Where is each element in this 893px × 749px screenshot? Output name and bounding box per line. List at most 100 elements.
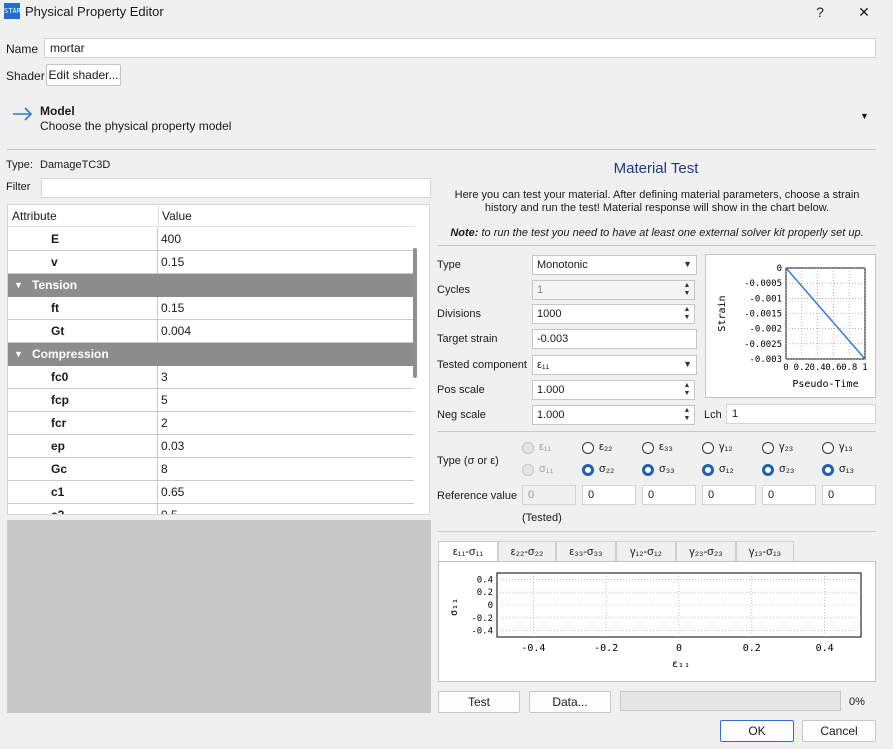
- chevron-down-icon[interactable]: ▼: [14, 343, 23, 366]
- x-tick-label: -0.2: [594, 643, 618, 654]
- table-row[interactable]: fc0 3: [8, 366, 414, 389]
- test-progress-bar: [620, 691, 841, 711]
- group-label: Tension: [32, 278, 78, 292]
- target-strain-input[interactable]: -0.003: [532, 329, 697, 349]
- eps-radio-3[interactable]: [642, 442, 654, 454]
- attribute-value[interactable]: 5: [159, 389, 168, 411]
- attribute-name: E: [8, 228, 158, 250]
- app-icon: STAR: [4, 3, 21, 19]
- divisions-spinbox[interactable]: 1000 ▲ ▼: [532, 304, 695, 324]
- table-group-row[interactable]: ▼ Tension: [8, 274, 414, 297]
- spin-arrows-icon: ▲ ▼: [683, 282, 691, 297]
- eps-radio-label: γ₁₃: [839, 441, 853, 453]
- lch-input[interactable]: 1: [726, 404, 876, 424]
- divisions-label: Divisions: [437, 308, 482, 320]
- chart-tab[interactable]: ε₃₃-σ₃₃: [556, 541, 616, 562]
- test-button[interactable]: Test: [438, 691, 520, 713]
- table-scrollbar[interactable]: [413, 248, 417, 378]
- eps-radio-label: ε₂₂: [599, 441, 613, 453]
- chevron-down-icon[interactable]: ▼: [14, 274, 23, 297]
- y-tick-label: -0.0005: [744, 279, 782, 289]
- x-tick-label: 0.4: [809, 363, 825, 373]
- edit-shader-button[interactable]: Edit shader...: [46, 64, 121, 86]
- stress-strain-plot: -0.4 -0.2 0 0.2 0.4 0.4 0.2 0 -0.2 -0.4 ε₁₁ σ₁₁: [438, 561, 876, 682]
- table-row[interactable]: fcr 2: [8, 412, 414, 435]
- attribute-value[interactable]: 0.15: [159, 251, 184, 273]
- tested-component-combo[interactable]: ε₁₁ ▼: [532, 355, 697, 375]
- sig-radio-label: σ₁₂: [719, 463, 734, 475]
- x-tick-label: 0.8: [841, 363, 857, 373]
- filter-label: Filter: [6, 181, 31, 193]
- y-axis-label: Strain: [717, 295, 728, 331]
- attribute-name: Gc: [8, 458, 158, 480]
- attribute-value[interactable]: 2: [159, 412, 168, 434]
- sig-radio-1: [522, 464, 534, 476]
- name-input[interactable]: mortar: [44, 38, 876, 58]
- test-type-combo[interactable]: Monotonic ▼: [532, 255, 697, 275]
- attribute-value[interactable]: 0.5: [159, 504, 178, 514]
- test-type-value: Monotonic: [537, 259, 588, 271]
- attribute-value[interactable]: 0.65: [159, 481, 184, 503]
- chart-tab[interactable]: ε₁₁-σ₁₁: [438, 541, 498, 563]
- table-row[interactable]: v 0.15: [8, 251, 414, 274]
- cancel-button[interactable]: Cancel: [802, 720, 876, 742]
- table-row[interactable]: Gc 8: [8, 458, 414, 481]
- attribute-name: c2: [8, 504, 158, 514]
- y-tick-label: 0: [777, 264, 782, 274]
- table-row[interactable]: Gt 0.004: [8, 320, 414, 343]
- help-button[interactable]: ?: [800, 1, 840, 23]
- chart-tab[interactable]: γ₁₃-σ₁₃: [736, 541, 794, 562]
- eps-radio-4[interactable]: [702, 442, 714, 454]
- chart-tab[interactable]: γ₂₃-σ₂₃: [676, 541, 736, 562]
- table-row[interactable]: c1 0.65: [8, 481, 414, 504]
- attribute-name: fcr: [8, 412, 158, 434]
- sig-radio-4[interactable]: [702, 464, 714, 476]
- attribute-value[interactable]: 400: [159, 228, 181, 250]
- pos-scale-spinbox[interactable]: 1.000 ▲ ▼: [532, 380, 695, 400]
- table-row[interactable]: ft 0.15: [8, 297, 414, 320]
- attribute-value[interactable]: 0.15: [159, 297, 184, 319]
- y-axis-label: σ₁₁: [449, 598, 460, 616]
- model-expand-icon[interactable]: ▼: [860, 111, 869, 121]
- table-row[interactable]: c2 0.5: [8, 504, 414, 514]
- reference-value-input[interactable]: 0: [762, 485, 816, 505]
- table-row[interactable]: E 400: [8, 228, 414, 251]
- sig-radio-3[interactable]: [642, 464, 654, 476]
- reference-value-input[interactable]: 0: [822, 485, 876, 505]
- reference-value-input[interactable]: 0: [642, 485, 696, 505]
- table-row[interactable]: fcp 5: [8, 389, 414, 412]
- neg-scale-spinbox[interactable]: 1.000 ▲ ▼: [532, 405, 695, 425]
- eps-radio-5[interactable]: [762, 442, 774, 454]
- reference-value-input[interactable]: 0: [702, 485, 756, 505]
- x-tick-label: 0.4: [816, 643, 834, 654]
- chart-tab[interactable]: ε₂₂-σ₂₂: [498, 541, 556, 562]
- sig-radio-6[interactable]: [822, 464, 834, 476]
- eps-radio-2[interactable]: [582, 442, 594, 454]
- eps-radio-6[interactable]: [822, 442, 834, 454]
- chart-tab[interactable]: γ₁₂-σ₁₂: [616, 541, 676, 562]
- ok-button[interactable]: OK: [720, 720, 794, 742]
- attribute-value[interactable]: 0.03: [159, 435, 184, 457]
- value-column-header[interactable]: Value: [162, 209, 192, 223]
- cycles-spinbox[interactable]: 1 ▲ ▼: [532, 280, 695, 300]
- reference-value-input[interactable]: 0: [582, 485, 636, 505]
- material-test-note: Note: to run the test you need to have a…: [440, 227, 874, 239]
- data-button[interactable]: Data...: [529, 691, 611, 713]
- eps-radio-label: γ₁₂: [719, 441, 733, 453]
- filter-input[interactable]: [41, 178, 431, 198]
- table-group-row[interactable]: ▼ Compression: [8, 343, 414, 366]
- tested-component-value: ε₁₁: [537, 359, 550, 371]
- attribute-value[interactable]: 3: [159, 366, 168, 388]
- sig-radio-5[interactable]: [762, 464, 774, 476]
- sig-radio-2[interactable]: [582, 464, 594, 476]
- material-test-description: Here you can test your material. After d…: [454, 189, 860, 214]
- progress-label: 0%: [849, 696, 865, 708]
- table-row[interactable]: ep 0.03: [8, 435, 414, 458]
- attribute-value[interactable]: 0.004: [159, 320, 191, 342]
- close-button[interactable]: ✕: [844, 1, 884, 23]
- description-panel: [7, 520, 431, 713]
- attribute-column-header[interactable]: Attribute: [12, 209, 57, 223]
- attribute-value[interactable]: 8: [159, 458, 168, 480]
- model-title: Model: [40, 104, 75, 118]
- test-type-label: Type: [437, 259, 461, 271]
